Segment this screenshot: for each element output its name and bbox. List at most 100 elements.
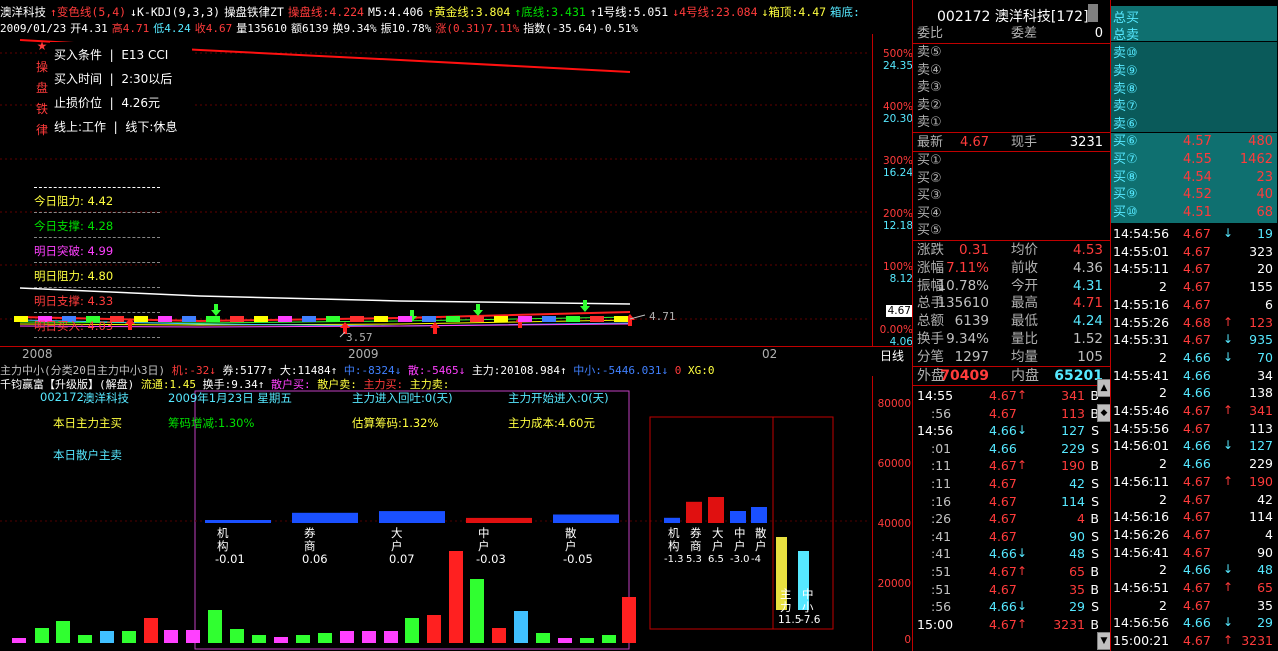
detail-tick-time: 2 <box>1159 491 1167 507</box>
detail-tick-time: 14:55:46 <box>1113 403 1170 418</box>
mini-name-2: 构 <box>668 539 680 553</box>
depth-sell-label: 卖⑦ <box>1113 99 1138 115</box>
mini-name-2: 户 <box>712 539 724 553</box>
scale-price: 12.18 <box>882 220 913 232</box>
trade-tick-row: :41 4.66 ↓ 48 S <box>913 545 1109 563</box>
tick-side: S <box>1091 476 1099 491</box>
detail-tick-volume: 35 <box>1257 597 1273 613</box>
stat-value-2: 4.24 <box>1072 313 1103 330</box>
detail-tick-volume: 19 <box>1257 226 1273 241</box>
tick-side: S <box>1091 528 1099 544</box>
depth-sell-label: 卖⑥ <box>1113 117 1138 133</box>
tick-price: 4.67 <box>989 564 1017 579</box>
buy-depth-6-10: 买⑥ 4.57 480 买⑦ 4.55 1462 买⑧ 4.54 23 买⑨ 4.52 40 买⑩ 4.5… <box>1111 133 1277 223</box>
detail-tick-row: 14:55:46 4.67 ↑ 341 <box>1111 402 1277 419</box>
buy-conditions-card: 买入条件 | E13 CCI 买入时间 | 2:30以后 止损价位 | 4.26元线… <box>50 42 192 140</box>
detail-tick-volume: 229 <box>1249 456 1273 472</box>
scroll-mid-button[interactable]: ◆ <box>1097 404 1111 422</box>
detail-tick-time: 15:00:21 <box>1113 633 1170 649</box>
mini-label: 散户 -4 <box>751 527 767 566</box>
detail-tick-row: 14:56:51 4.67 ↑ 65 <box>1111 579 1277 596</box>
lower-indicator-panel[interactable]: 主力中小(分类20日主力中小3日) 机:-32↓ 券:5177↑ 大:11484… <box>0 361 870 651</box>
stat-value: 6139 <box>954 313 989 330</box>
level-dash <box>34 337 160 338</box>
mini-label: 中户 -3.0 <box>730 527 750 566</box>
buy-card-key: 止损价位 <box>54 96 103 110</box>
levels-separator <box>34 187 160 188</box>
chip-change: 筹码增减:1.30% <box>168 416 255 430</box>
main-cost: 主力成本:4.60元 <box>508 416 595 430</box>
slogan-char-3: 铁 <box>36 102 49 116</box>
buy-level-row: 买① <box>913 152 1109 169</box>
detail-tick-row: 14:56:41 4.67 90 <box>1111 544 1277 561</box>
scroll-up-button[interactable]: ▲ <box>1097 379 1111 397</box>
volume-bar <box>427 615 441 643</box>
stock-name: 澳洋科技 <box>83 391 129 405</box>
period-label[interactable]: 日线 <box>880 347 904 364</box>
tick-side: S <box>1091 599 1099 615</box>
kline-chart[interactable]: ★ 操盘铁律 买入条件 | E13 CCI 买入时间 | 2:30以后 止损价位 | … <box>0 34 870 346</box>
mini-label: 券商 5.3 <box>686 527 702 566</box>
header-indicator-7: ↑底线:3.431 <box>514 5 586 19</box>
candle-cluster <box>182 316 196 322</box>
quote-title[interactable]: 002172 澳洋科技[172] <box>937 6 1089 26</box>
header-indicator-3: 操盘铁律ZT <box>224 5 284 19</box>
header-indicator-1: ↑变色线(5,4) <box>50 5 127 19</box>
sell-level-row: 卖④ <box>913 62 1109 79</box>
tick-volume: 90 <box>1069 528 1085 544</box>
scroll-down-button[interactable]: ▼ <box>1097 632 1111 650</box>
depth-buy-price: 4.55 <box>1183 151 1212 167</box>
detail-tick-price: 4.66 <box>1183 385 1211 401</box>
level-dash <box>34 312 160 313</box>
detail-tick-time: 14:54:56 <box>1113 226 1170 241</box>
candle-cluster <box>230 316 244 322</box>
buy-level-label: 买③ <box>917 188 942 204</box>
trade-tick-row: :56 4.67 113 B <box>913 405 1109 423</box>
tick-price: 4.67 <box>989 388 1017 403</box>
detail-tick-row: 14:55:01 4.67 323 <box>1111 243 1277 260</box>
detail-tick-row: 2 4.66 138 <box>1111 384 1277 401</box>
depth-buy-label: 买⑨ <box>1113 187 1138 203</box>
detail-tick-time: 14:55:01 <box>1113 243 1170 259</box>
commission-ratio-label: 委比 <box>917 26 944 41</box>
volume-bar <box>602 635 616 643</box>
last-value: 4.67 <box>960 135 989 150</box>
buy-level-label: 买④ <box>917 205 942 221</box>
detail-tick-volume: 123 <box>1249 314 1273 330</box>
detail-tick-volume: 935 <box>1249 332 1273 348</box>
levels-list: 今日阻力: 4.42 今日支撑: 4.28 明日突破: 4.99 明日阻力: 4.80… <box>34 187 164 343</box>
detail-tick-arrow: ↑ <box>1223 403 1234 417</box>
sell-level-row: 卖③ <box>913 79 1109 96</box>
detail-tick-row: 14:55:41 4.66 34 <box>1111 367 1277 384</box>
sell-level-label: 卖④ <box>917 62 942 78</box>
trade-tick-row: :26 4.67 4 B <box>913 510 1109 528</box>
detail-tick-row: 15:00:21 4.67 ↑ 3231 <box>1111 632 1277 649</box>
level-label: 明日突破: <box>34 244 84 258</box>
tick-time: :56 <box>931 599 952 615</box>
tick-side: S <box>1091 546 1099 562</box>
scroll-thumb[interactable] <box>1088 4 1098 22</box>
tick-time: :56 <box>931 405 952 421</box>
trade-tick-row: :51 4.67 ↑ 65 B <box>913 563 1109 581</box>
level-dash <box>34 237 160 238</box>
trade-tick-row: :56 4.66 ↓ 29 S <box>913 598 1109 616</box>
stat-value: 0.31 <box>958 242 989 258</box>
detail-tick-arrow: ↓ <box>1223 438 1234 453</box>
tick-time: 14:55 <box>917 388 954 403</box>
buy-card-sep: | <box>102 72 122 86</box>
tick-price: 4.67 <box>989 511 1017 527</box>
sell-level-label: 卖⑤ <box>917 45 942 60</box>
volume-bar <box>274 637 288 643</box>
mini-bar <box>708 497 724 523</box>
volume-bar <box>296 635 310 643</box>
detail-tick-row: 14:55:11 4.67 20 <box>1111 260 1277 277</box>
tick-arrow: ↑ <box>1017 616 1028 631</box>
slogan-char-2: 盘 <box>36 81 49 95</box>
detail-tick-time: 14:56:01 <box>1113 438 1170 454</box>
detail-tick-price: 4.67 <box>1183 597 1211 613</box>
volume-bar <box>536 633 550 643</box>
detail-tick-volume: 114 <box>1249 509 1273 525</box>
header-indicator-8: ↑1号线:5.051 <box>589 5 669 19</box>
scale-price: 4.67 <box>885 305 913 317</box>
depth-buy-price: 4.51 <box>1183 205 1212 221</box>
